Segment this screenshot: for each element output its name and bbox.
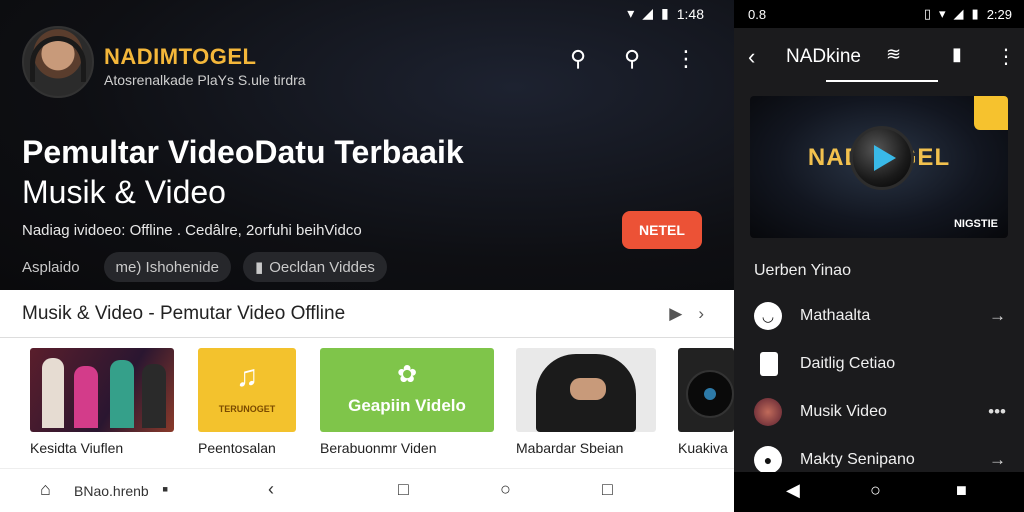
main-app: ▾ ◢ ▮ 1:48 NADIMTOGEL Atosrenalkade PlaY… [0,0,734,512]
square-icon[interactable]: ▪ [162,479,168,500]
hero-banner: ▾ ◢ ▮ 1:48 NADIMTOGEL Atosrenalkade PlaY… [0,0,734,290]
home-label[interactable]: BNao.hrenb [74,483,149,499]
app-title: NADkine [786,46,861,67]
card-thumb: ✿ Geapiin Videlo [320,348,494,432]
side-app: 0.8 ▯ ▾ ◢ ▮ 2:29 ‹ NADkine ≋ ▮ ⋮ NADTOGE… [734,0,1024,512]
chip-1[interactable]: me) Ishohenide [103,252,231,282]
brand-name: NADIMTOGEL [104,44,257,69]
page-title: Pemultar VideoDatu Terbaaik [22,134,464,170]
play-icon[interactable]: ▶ [669,304,682,324]
status-bar: ▾ ◢ ▮ 1:48 [627,5,704,22]
card-2[interactable]: ✿ Geapiin Videlo Berabuonmr Viden [320,348,494,456]
avatar-badge [974,96,1008,130]
chip-2[interactable]: ▮ Oecldan Viddes [242,252,387,282]
home-circle-icon[interactable]: ○ [870,480,881,501]
page-subtitle: Musik & Video [22,174,226,210]
list-item[interactable]: ◡ Mathaalta → [734,292,1024,340]
avatar [754,398,782,426]
signal-icon: ◢ [642,5,654,21]
menu-list: ◡ Mathaalta → Daitlig Cetiao Musik Video… [734,292,1024,484]
card-thumb [516,348,656,432]
chevron-right-icon[interactable]: › [698,304,704,324]
search-icon-2[interactable]: ⚲ [620,46,644,72]
music-note-icon: ♫ [235,360,259,393]
system-nav: ◀ ○ ■ [734,472,1024,512]
back-icon[interactable]: ◀ [786,480,800,501]
list-item[interactable]: Musik Video ••• [734,388,1024,436]
cast-icon[interactable]: ≋ [886,44,901,65]
tab-indicator [826,80,938,82]
card-thumb [678,348,734,432]
card-label: Mabardar Sbeian [516,440,624,456]
play-button-icon[interactable] [850,126,914,190]
section-label: Uerben Yinao [754,262,851,279]
arrow-right-icon[interactable]: → [989,450,1006,470]
headphone-icon: ◡ [754,302,782,330]
card-thumb: ♫ TERUNOGET [198,348,296,432]
file-icon [760,352,778,376]
card-label: Berabuonmr Viden [320,440,437,456]
card-0[interactable]: Kesidta Viuflen [30,348,174,456]
battery-icon: ▮ [661,5,669,21]
bookmark-icon[interactable]: ▮ [952,44,962,65]
card-1[interactable]: ♫ TERUNOGET Peentosalan [198,348,296,456]
arrow-right-icon[interactable]: → [989,306,1006,326]
more-vertical-icon[interactable]: ⋮ [996,44,1016,69]
square-icon-2[interactable]: □ [398,479,409,500]
gear-icon: ✿ [396,361,418,388]
app-bar: ‹ NADkine ≋ ▮ ⋮ [734,28,1024,84]
status-time: 2:29 [986,6,1012,22]
back-arrow-icon[interactable]: ‹ [748,44,755,70]
chip-row: Asplaido me) Ishohenide ▮ Oecldan Viddes [22,252,387,282]
recents-icon[interactable]: □ [602,479,613,500]
status-left-text: 0.8 [748,6,767,22]
status-bar-right: 0.8 ▯ ▾ ◢ ▮ 2:29 [734,0,1024,28]
signal-icon: ◢ [953,6,964,21]
card-label: Kesidta Viuflen [30,440,124,456]
battery-icon: ▮ [971,6,979,21]
card-label: Kuakiva [678,440,728,456]
channel-avatar[interactable] [22,26,94,98]
video-icon: ▮ [254,259,264,276]
card-3[interactable]: Mabardar Sbeian [516,348,656,456]
card-thumb [30,348,174,432]
bottom-nav: ⌂ BNao.hrenb ▪ ‹ □ ○ □ [0,468,734,512]
home-icon[interactable]: ⌂ [40,479,51,500]
person-icon: ● [754,446,782,474]
feature-caption: NIGSTIE [953,218,998,230]
next-button[interactable]: NETEL [622,211,702,249]
chip-0[interactable]: Asplaido [22,252,92,282]
recents-icon[interactable]: ■ [956,480,967,501]
tagline: Nadiag ividoeo: Offline . Cedâlre, 2orfu… [22,222,362,239]
headphones-icon [30,36,86,82]
card-4[interactable]: Kuakiva [678,348,734,456]
wifi-icon: ▾ [939,6,946,21]
status-time: 1:48 [676,5,704,22]
back-icon[interactable]: ‹ [268,479,274,500]
card-label: Peentosalan [198,440,276,456]
home-circle-icon[interactable]: ○ [500,479,511,500]
search-icon[interactable]: ⚲ [566,46,590,72]
wifi-icon: ▾ [627,5,635,21]
section-header: Musik & Video - Pemutar Video Offline ▶ … [0,290,734,338]
list-item[interactable]: Daitlig Cetiao [734,340,1024,388]
section-title: Musik & Video - Pemutar Video Offline [22,302,346,324]
more-horizontal-icon[interactable]: ••• [988,402,1006,422]
vibrate-icon: ▯ [923,6,931,21]
brand-subtitle: Atosrenalkade PlaYs S.ule tirdra [104,72,306,88]
featured-banner[interactable]: NADTOGEL NIGSTIE [750,96,1008,238]
more-vertical-icon[interactable]: ⋮ [674,46,698,72]
